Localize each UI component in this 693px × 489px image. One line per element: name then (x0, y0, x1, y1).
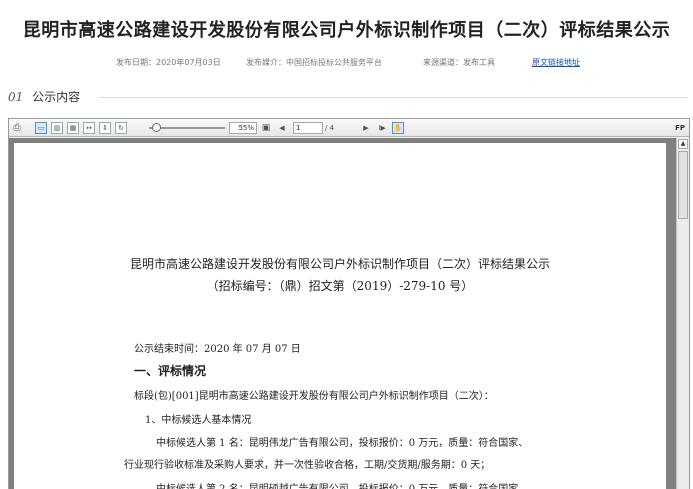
scroll-thumb[interactable] (678, 151, 688, 219)
vertical-scrollbar[interactable]: ▲ (676, 138, 689, 489)
doc-title-line1: 昆明市高速公路建设开发股份有限公司户外标识制作项目（二次）评标结果公示 (129, 257, 550, 271)
pdf-viewer: ⎙ ▭ ▥ ▦ ↔ ⇕ ↻ 55% ▣ ◀ 1 / 4 ▶ I▶ ✋ FP 昆明… (8, 118, 690, 489)
doc-end-time: 公示结束时间：2020 年 07 月 07 日 (134, 344, 301, 355)
fit-page-icon[interactable]: ⇕ (99, 122, 111, 134)
rotate-icon[interactable]: ↻ (115, 122, 127, 134)
print-icon[interactable]: ⎙ (12, 122, 22, 134)
zoom-slider-knob[interactable] (152, 123, 161, 132)
origin-link[interactable]: 原文链接地址 (532, 57, 580, 68)
section-heading: 01 公示内容 (8, 88, 80, 104)
section-label: 公示内容 (32, 90, 81, 104)
page-title: 昆明市高速公路建设开发股份有限公司户外标识制作项目（二次）评标结果公示 (22, 20, 671, 41)
zoom-field[interactable]: 55% (229, 122, 257, 134)
publish-media: 发布媒介：中国招标投标公共服务平台 (246, 58, 382, 67)
single-page-icon[interactable]: ▭ (35, 122, 47, 134)
monitor-icon[interactable]: ▣ (261, 122, 271, 134)
doc-candidate1-line2: 行业现行验收标准及采购人要求，并一次性验收合格，工期/交货期/服务期：0 天； (124, 460, 491, 471)
doc-candidate2-line1: 中标候选人第 2 名：昆明硕越广告有限公司，投标报价：0 万元，质量：符合国家、 (156, 480, 528, 489)
hand-tool-icon[interactable]: ✋ (392, 122, 404, 134)
fp-label: FP (675, 124, 685, 132)
doc-section-line: 标段(包)[001]昆明市高速公路建设开发股份有限公司户外标识制作项目（二次）： (134, 391, 494, 402)
document-page: 昆明市高速公路建设开发股份有限公司户外标识制作项目（二次）评标结果公示 （招标编… (14, 143, 666, 489)
meta-bar: 发布日期：2020年07月03日 发布媒介：中国招标投标公共服务平台 来源渠道：… (0, 57, 693, 69)
viewer-toolbar: ⎙ ▭ ▥ ▦ ↔ ⇕ ↻ 55% ▣ ◀ 1 / 4 ▶ I▶ ✋ FP (9, 119, 689, 137)
doc-heading-evaluation: 一、评标情况 (134, 364, 207, 378)
doc-candidate1-line1: 中标候选人第 1 名：昆明伟龙广告有限公司，投标报价：0 万元，质量：符合国家、 (156, 438, 529, 449)
page-number-input[interactable]: 1 (293, 122, 323, 134)
publish-source: 来源渠道：发布工具 (423, 58, 495, 67)
doc-title-line2: （招标编号：（鼎）招文第（2019）-279-10 号） (206, 279, 474, 293)
section-divider (98, 97, 688, 98)
doc-sub-heading: 1、中标候选人基本情况 (145, 415, 252, 426)
fit-width-icon[interactable]: ↔ (83, 122, 95, 134)
scroll-up-icon[interactable]: ▲ (678, 139, 688, 149)
grid-view-icon[interactable]: ▦ (67, 122, 79, 134)
section-number: 01 (8, 90, 24, 104)
page-total: / 4 (325, 124, 335, 132)
two-page-icon[interactable]: ▥ (51, 122, 63, 134)
next-page-icon[interactable]: ▶ (361, 122, 371, 134)
text-select-icon[interactable]: I▶ (375, 122, 389, 134)
prev-page-icon[interactable]: ◀ (277, 122, 287, 134)
publish-date: 发布日期：2020年07月03日 (116, 58, 221, 67)
document-canvas[interactable]: 昆明市高速公路建设开发股份有限公司户外标识制作项目（二次）评标结果公示 （招标编… (9, 138, 676, 489)
